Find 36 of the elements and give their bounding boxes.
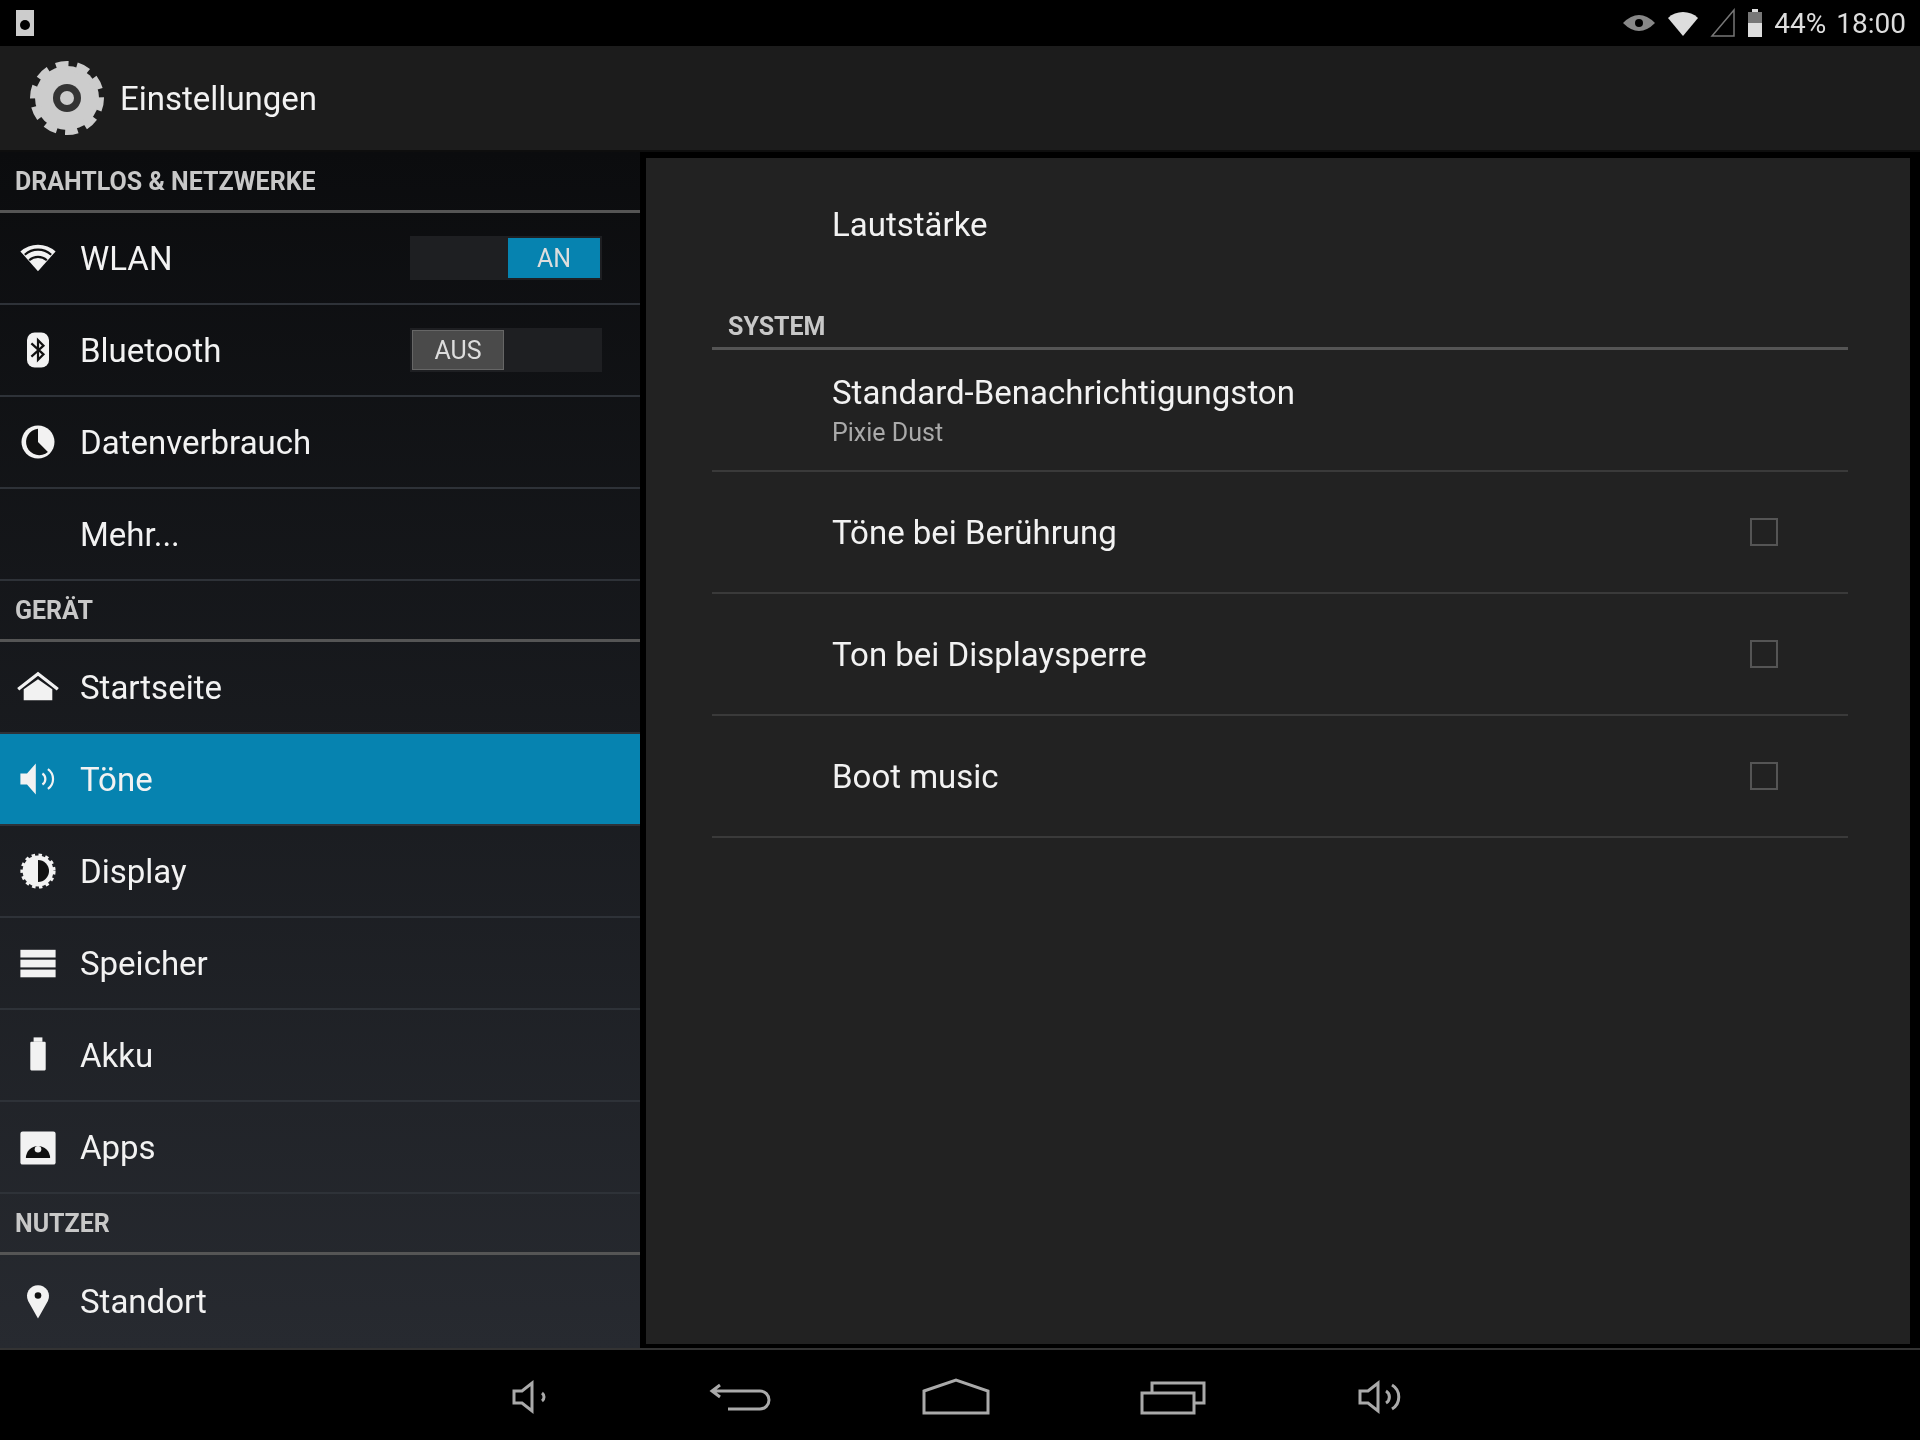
sidebar-item[interactable]: Töne (0, 734, 640, 826)
settings-row[interactable]: Ton bei Displaysperre (712, 594, 1848, 716)
row-title: Töne bei Berührung (832, 512, 1118, 552)
settings-item[interactable]: Lautstärke (712, 158, 1848, 290)
sidebar-item[interactable]: Bluetooth AUS (0, 305, 640, 397)
sidebar-item[interactable]: WLAN AN (0, 213, 640, 305)
settings-row[interactable]: Boot music (712, 716, 1848, 838)
row-title: Standard-Benachrichtigungston (832, 373, 1295, 412)
section-header: NUTZER (0, 1194, 640, 1255)
checkbox[interactable] (1750, 762, 1778, 790)
sidebar-item[interactable]: Standort (0, 1255, 640, 1347)
battery-percent: 44% (1774, 6, 1827, 40)
sidebar-item[interactable]: Display (0, 826, 640, 918)
eye-icon (1622, 13, 1657, 33)
sidebar-item[interactable]: Apps (0, 1102, 640, 1194)
checkbox[interactable] (1750, 640, 1778, 668)
sidebar-item[interactable]: Speicher (0, 918, 640, 1010)
sidebar-item[interactable]: Akku (0, 1010, 640, 1102)
row-summary: Pixie Dust (832, 418, 945, 447)
sidebar-item[interactable]: Datenverbrauch (0, 397, 640, 489)
settings-row[interactable]: Standard-Benachrichtigungston Pixie Dust (712, 350, 1848, 472)
settings-row[interactable]: Töne bei Berührung (712, 472, 1848, 594)
section-header: GERÄT (0, 581, 640, 642)
toggle-switch[interactable]: AUS (410, 328, 602, 372)
section-header: DRAHTLOS & NETZWERKE (0, 152, 640, 213)
battery-status-icon (1746, 8, 1765, 38)
checkbox[interactable] (1750, 518, 1778, 546)
section-header: SYSTEM (712, 290, 1848, 350)
row-title: Ton bei Displaysperre (832, 634, 1148, 674)
cell-signal-icon (1710, 8, 1737, 38)
home-icon[interactable] (922, 1377, 990, 1417)
sd-card-icon (14, 8, 36, 38)
app-title: Einstellungen (120, 78, 318, 118)
sidebar-item[interactable]: Mehr... (0, 489, 640, 581)
row-title: Boot music (832, 756, 1000, 796)
clock: 18:00 (1836, 6, 1906, 40)
